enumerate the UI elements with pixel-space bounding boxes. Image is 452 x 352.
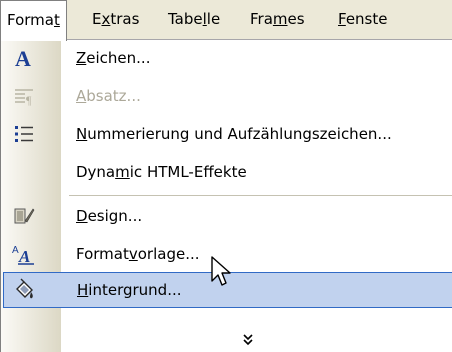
menu-expand-button[interactable] [1,330,452,352]
menu-item-label: Absatz... [76,87,141,105]
mouse-cursor-icon [210,255,234,293]
font-a-icon: A [11,45,37,71]
svg-text:¶: ¶ [26,93,32,107]
menu-frames[interactable]: Frames [250,0,305,39]
theme-brush-icon [11,203,37,229]
format-dropdown-menu: A Zeichen... ¶ Absatz... Nummerierung un… [0,40,452,352]
svg-text:A: A [12,245,19,256]
menu-fenster[interactable]: Fenste [338,0,387,39]
menu-item-label: Dynamic HTML-Effekte [76,163,247,181]
menu-item-absatz: ¶ Absatz... [1,78,452,114]
paint-bucket-icon [12,277,38,303]
style-a-icon: A A [11,241,37,267]
svg-text:A: A [15,46,31,70]
menu-item-zeichen[interactable]: A Zeichen... [1,40,452,76]
menu-tabelle[interactable]: Tabelle [168,0,220,39]
menu-item-label: Formatvorlage... [76,245,200,263]
paragraph-icon: ¶ [11,83,37,109]
double-chevron-down-icon [241,332,255,350]
menu-bar: Format Extras Tabelle Frames Fenste [0,0,452,41]
menu-item-design[interactable]: Design... [1,198,452,234]
menu-item-label: Zeichen... [76,49,151,67]
svg-text:A: A [18,247,30,266]
menu-item-label: Design... [76,207,143,225]
menu-format[interactable]: Format [0,0,67,41]
menu-item-dynamic-html[interactable]: Dynamic HTML-Effekte [1,154,452,190]
menu-item-nummerierung[interactable]: Nummerierung und Aufzählungszeichen... [1,116,452,152]
bullet-list-icon [11,121,37,147]
menu-item-label: Hintergrund... [77,281,182,299]
menu-separator [69,195,452,196]
menu-extras[interactable]: Extras [92,0,139,39]
menu-item-label: Nummerierung und Aufzählungszeichen... [76,125,392,143]
